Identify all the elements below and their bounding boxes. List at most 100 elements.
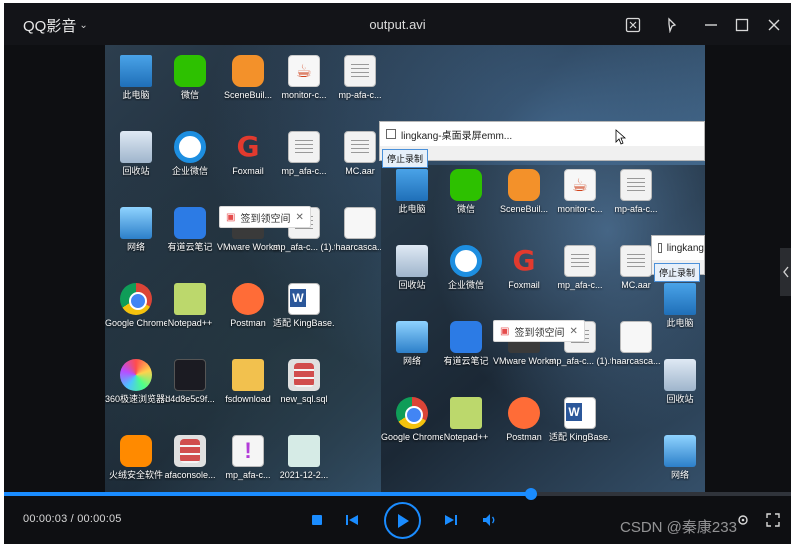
desktop-icon: fsdownload	[217, 359, 279, 405]
desktop-icon: 2021-12-2...	[273, 435, 335, 481]
desktop-icon: monitor-c...	[273, 55, 335, 101]
computer-icon	[664, 283, 696, 315]
volume-button[interactable]	[480, 511, 500, 529]
computer-icon	[396, 169, 428, 201]
minimize-icon	[705, 24, 717, 26]
skip-back-icon	[346, 515, 358, 525]
desktop-icon: Notepad++	[159, 283, 221, 329]
desktop-icon: 微信	[435, 169, 497, 215]
minimize-button[interactable]	[700, 14, 722, 36]
wechat-icon	[450, 169, 482, 201]
chrome-icon	[120, 283, 152, 315]
recorder-titlebar: lingkang-桌面录屏emm...	[380, 122, 704, 146]
postman-icon	[508, 397, 540, 429]
document-icon	[620, 245, 652, 277]
desktop-icon: mp-afa-c...	[605, 169, 667, 215]
document-icon	[564, 245, 596, 277]
wechat-icon	[174, 55, 206, 87]
desktop-icon: mp_afa-c...	[273, 131, 335, 177]
recorder-window[interactable]: lingkang 停止录制	[651, 235, 705, 282]
document-icon	[344, 131, 376, 163]
stop-recording-button[interactable]: 停止录制	[382, 149, 429, 168]
desktop-icon: Google Chrome	[105, 283, 167, 329]
watermark: CSDN @秦康233	[620, 519, 737, 536]
recorder-window[interactable]: lingkang-桌面录屏emm... 停止录制	[379, 121, 705, 168]
close-icon[interactable]: ✕	[569, 326, 577, 337]
postman-icon	[232, 283, 264, 315]
network-icon	[120, 207, 152, 239]
java-file-icon	[564, 169, 596, 201]
wecom-icon	[450, 245, 482, 277]
checkin-popup[interactable]: ▣ 签到领空间 ✕	[493, 320, 585, 342]
desktop-icon: 火绒安全软件	[105, 435, 167, 481]
desktop-icon: 此电脑	[105, 55, 167, 101]
play-button[interactable]	[384, 502, 421, 539]
player-window: QQ影音 ⌄ output.avi 此电脑 微信 SceneBuil... mo…	[4, 3, 791, 544]
image-file-icon	[288, 435, 320, 467]
desktop-icon: SceneBuil...	[493, 169, 555, 215]
desktop-icon: 企业微信	[159, 131, 221, 177]
notepad-plus-plus-icon	[450, 397, 482, 429]
document-icon	[344, 55, 376, 87]
close-button[interactable]	[763, 14, 785, 36]
desktop-icon: 360极速浏览器X	[105, 359, 167, 405]
current-time: 00:00:03	[23, 513, 68, 525]
gear-icon	[738, 515, 748, 525]
word-file-icon	[564, 397, 596, 429]
desktop-icon: Postman	[217, 283, 279, 329]
wecom-icon	[174, 131, 206, 163]
window-icon	[658, 243, 662, 253]
chevron-left-icon	[782, 266, 789, 278]
previous-button[interactable]	[343, 511, 361, 529]
desktop-icon: 此电脑	[381, 169, 443, 215]
desktop-icon: mp_afa-c...	[217, 435, 279, 481]
desktop-icon: new_sql.sql	[273, 359, 335, 405]
next-button[interactable]	[442, 511, 460, 529]
video-frame[interactable]: 此电脑 微信 SceneBuil... monitor-c... mp-afa-…	[105, 45, 705, 495]
scenebuilder-icon	[232, 55, 264, 87]
desktop-icon: 网络	[105, 207, 167, 253]
folder-icon	[232, 359, 264, 391]
checkin-popup[interactable]: ▣ 签到领空间 ✕	[219, 206, 311, 228]
screenshot-button[interactable]	[622, 14, 644, 36]
network-icon	[664, 435, 696, 467]
notepad-plus-plus-icon	[174, 283, 206, 315]
popup-text: 签到领空间	[240, 213, 291, 225]
fullscreen-icon	[766, 513, 780, 527]
word-file-icon	[288, 283, 320, 315]
scenebuilder-icon	[508, 169, 540, 201]
database-file-icon	[174, 435, 206, 467]
image-file-icon	[174, 359, 206, 391]
huorong-icon	[120, 435, 152, 467]
close-icon	[768, 19, 780, 31]
desktop-icon: G Foxmail	[508, 244, 540, 291]
title-bar[interactable]: QQ影音 ⌄ output.avi	[4, 3, 791, 45]
popup-text: 签到领空间	[514, 327, 565, 339]
html-file-icon	[620, 321, 652, 353]
desktop-icon: G Foxmail	[232, 130, 264, 177]
desktop-icon: 适配 KingBase...	[273, 283, 335, 329]
java-file-icon	[288, 55, 320, 87]
document-icon	[620, 169, 652, 201]
side-panel-toggle[interactable]	[780, 248, 791, 296]
desktop-icon: 回收站	[381, 245, 443, 291]
stop-icon	[312, 515, 322, 525]
close-icon[interactable]: ✕	[295, 212, 303, 223]
html-file-icon	[344, 207, 376, 239]
desktop-icon: 微信	[159, 55, 221, 101]
recorder-titlebar: lingkang	[652, 236, 704, 260]
maximize-button[interactable]	[731, 14, 753, 36]
desktop-icon: d4d8e5c9f...	[159, 359, 221, 405]
desktop-icon: 网络	[381, 321, 443, 367]
screenshot-icon	[625, 17, 641, 33]
document-icon	[288, 131, 320, 163]
pin-button[interactable]	[661, 14, 683, 36]
desktop-icon: afaconsole...	[159, 435, 221, 481]
fullscreen-button[interactable]	[764, 511, 782, 529]
volume-icon	[483, 514, 495, 526]
time-separator: /	[67, 513, 78, 525]
mouse-cursor-icon	[615, 129, 627, 145]
desktop-icon: mp-afa-c...	[329, 55, 391, 101]
stop-recording-button[interactable]: 停止录制	[654, 263, 701, 282]
stop-button[interactable]	[308, 511, 326, 529]
